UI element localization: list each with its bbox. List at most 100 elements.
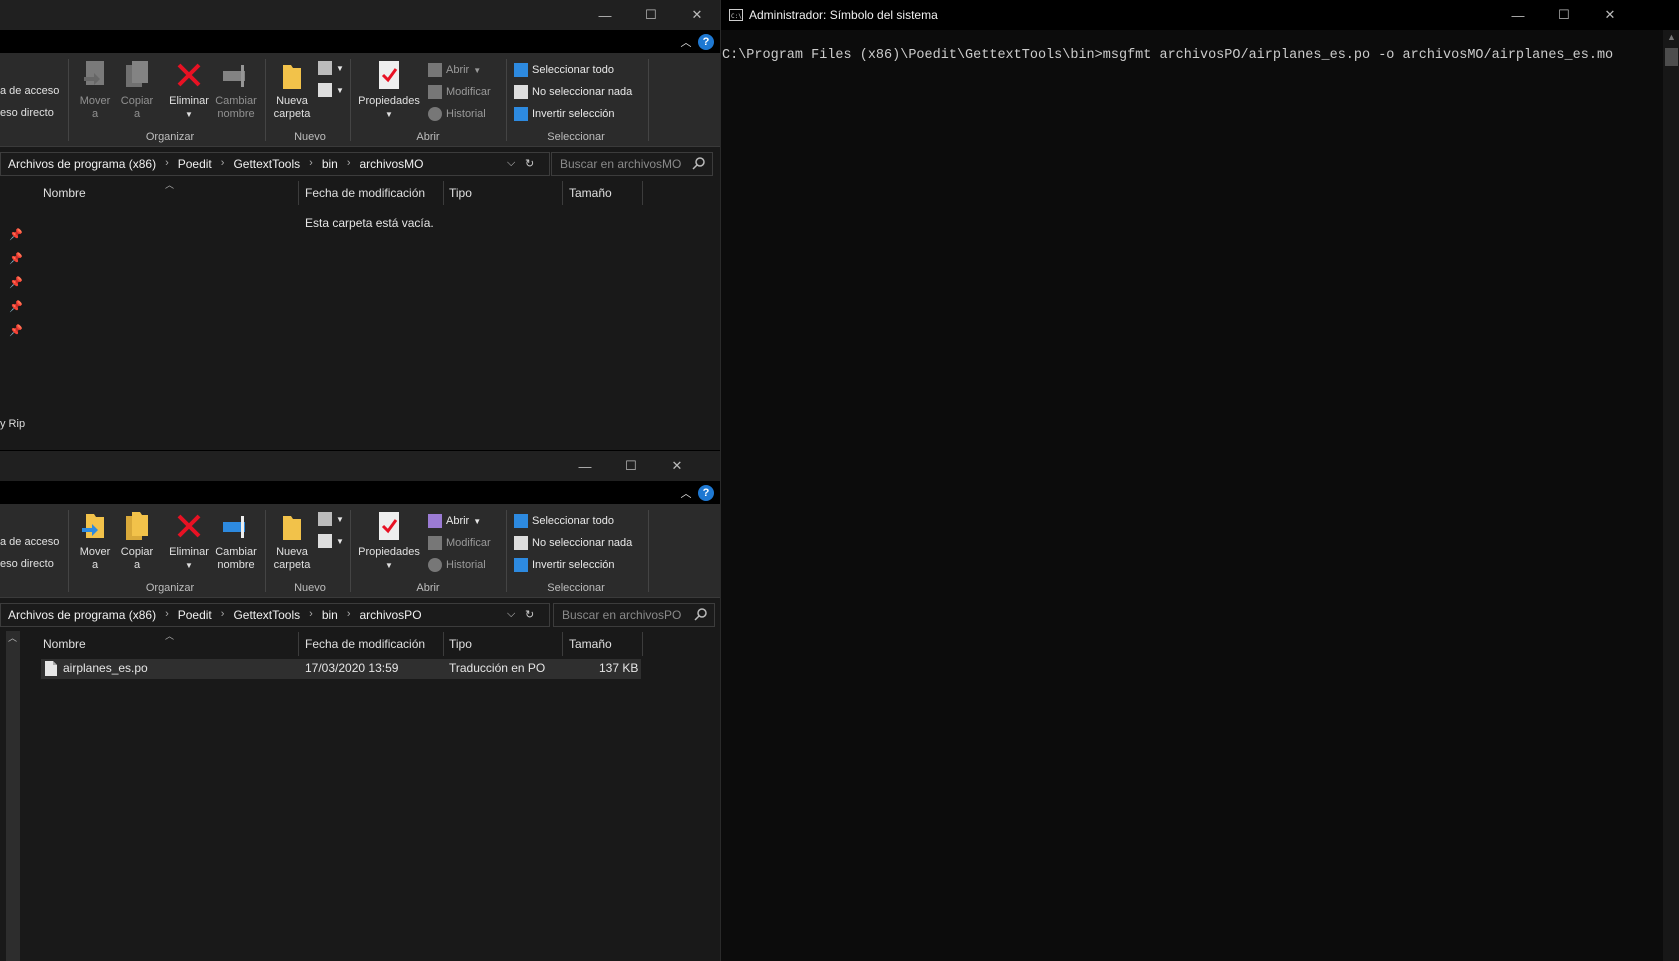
chevron-right-icon[interactable]: › <box>309 608 313 622</box>
copy-to-button[interactable]: Copiar a <box>118 510 156 572</box>
breadcrumb[interactable]: Archivos de programa (x86) › Poedit › Gett… <box>0 152 550 176</box>
address-dropdown-icon[interactable]: ⌵ <box>507 157 515 170</box>
column-header-type[interactable]: Tipo <box>449 632 472 656</box>
column-divider[interactable] <box>642 632 643 656</box>
minimize-button[interactable]: — <box>562 451 608 481</box>
breadcrumb-item[interactable]: Archivos de programa (x86) <box>8 608 156 622</box>
chevron-right-icon[interactable]: › <box>221 157 225 171</box>
rename-button[interactable]: Cambiar nombre <box>213 510 259 572</box>
scrollbar-thumb[interactable] <box>1665 48 1678 66</box>
select-all-button[interactable]: Seleccionar todo <box>514 61 614 79</box>
chevron-right-icon[interactable]: › <box>165 157 169 171</box>
column-header-date[interactable]: Fecha de modificación <box>305 181 425 205</box>
edit-button[interactable]: Modificar <box>428 83 491 101</box>
breadcrumb-item[interactable]: Archivos de programa (x86) <box>8 157 156 171</box>
open-button[interactable]: Abrir ▼ <box>428 512 481 530</box>
minimize-button[interactable]: — <box>1495 0 1541 30</box>
pin-quick-access-label[interactable]: a de acceso <box>0 536 59 548</box>
new-item-button[interactable]: ▼ <box>318 510 344 528</box>
new-item-button[interactable]: ▼ <box>318 59 344 77</box>
new-folder-button[interactable]: Nueva carpeta <box>270 59 314 121</box>
console-scrollbar[interactable]: ▲ <box>1663 30 1679 961</box>
delete-button[interactable]: Eliminar ▼ <box>166 510 212 572</box>
maximize-button[interactable]: ☐ <box>1541 0 1587 30</box>
pin-quick-access-label[interactable]: a de acceso <box>0 85 59 97</box>
close-button[interactable]: ✕ <box>1587 0 1633 30</box>
column-divider[interactable] <box>562 181 563 205</box>
address-dropdown-icon[interactable]: ⌵ <box>507 608 515 621</box>
help-button[interactable]: ? <box>698 34 714 50</box>
column-header-size[interactable]: Tamaño <box>569 632 612 656</box>
nav-scrollbar[interactable]: ︿ <box>6 631 20 961</box>
breadcrumb-item[interactable]: Poedit <box>178 157 212 171</box>
ribbon-collapse-button[interactable]: ︿ <box>678 485 694 501</box>
move-to-button[interactable]: Mover a <box>76 510 114 572</box>
new-folder-button[interactable]: Nueva carpeta <box>270 510 314 572</box>
select-all-button[interactable]: Seleccionar todo <box>514 512 614 530</box>
select-none-button[interactable]: No seleccionar nada <box>514 83 632 101</box>
chevron-right-icon[interactable]: › <box>309 157 313 171</box>
file-list[interactable]: ︿ Nombre Fecha de modificación Tipo Tama… <box>25 631 720 961</box>
column-divider[interactable] <box>443 181 444 205</box>
column-header-type[interactable]: Tipo <box>449 181 472 205</box>
delete-button[interactable]: Eliminar ▼ <box>166 59 212 121</box>
chevron-right-icon[interactable]: › <box>221 608 225 622</box>
breadcrumb-item[interactable]: archivosPO <box>360 608 422 622</box>
move-to-button[interactable]: Mover a <box>76 59 114 121</box>
column-header-size[interactable]: Tamaño <box>569 181 612 205</box>
navigation-pane[interactable]: 📌 📌 📌 📌 📌 y Rip <box>0 180 25 450</box>
history-button[interactable]: Historial <box>428 105 486 123</box>
breadcrumb-item[interactable]: bin <box>322 157 338 171</box>
column-divider[interactable] <box>562 632 563 656</box>
file-list[interactable]: ︿ Nombre Fecha de modificación Tipo Tama… <box>25 180 720 450</box>
select-none-button[interactable]: No seleccionar nada <box>514 534 632 552</box>
column-divider[interactable] <box>642 181 643 205</box>
ribbon-collapse-button[interactable]: ︿ <box>678 34 694 50</box>
column-divider[interactable] <box>298 632 299 656</box>
title-bar[interactable]: — ☐ ✕ <box>0 451 720 481</box>
open-button[interactable]: Abrir ▼ <box>428 61 481 79</box>
properties-button[interactable]: Propiedades ▼ <box>356 510 422 572</box>
properties-button[interactable]: Propiedades ▼ <box>356 59 422 121</box>
search-input[interactable]: Buscar en archivosMO <box>551 152 713 176</box>
maximize-button[interactable]: ☐ <box>628 0 674 30</box>
invert-selection-button[interactable]: Invertir selección <box>514 105 615 123</box>
breadcrumb-item[interactable]: archivosMO <box>360 157 424 171</box>
minimize-button[interactable]: — <box>582 0 628 30</box>
help-button[interactable]: ? <box>698 485 714 501</box>
easy-access-button[interactable]: ▼ <box>318 81 344 99</box>
column-header-date[interactable]: Fecha de modificación <box>305 632 425 656</box>
maximize-button[interactable]: ☐ <box>608 451 654 481</box>
column-header-name[interactable]: Nombre <box>43 632 86 656</box>
refresh-icon[interactable]: ↻ <box>525 608 534 621</box>
breadcrumb-item[interactable]: Poedit <box>178 608 212 622</box>
rename-button[interactable]: Cambiar nombre <box>213 59 259 121</box>
command-prompt-window[interactable]: C:\ Administrador: Símbolo del sistema —… <box>720 0 1679 961</box>
title-bar[interactable]: — ☐ ✕ <box>0 0 720 30</box>
table-row[interactable]: airplanes_es.po 17/03/2020 13:59 Traducc… <box>41 659 641 679</box>
column-divider[interactable] <box>298 181 299 205</box>
column-header-name[interactable]: Nombre <box>43 181 86 205</box>
history-button[interactable]: Historial <box>428 556 486 574</box>
paste-shortcut-label[interactable]: eso directo <box>0 107 54 119</box>
paste-shortcut-label[interactable]: eso directo <box>0 558 54 570</box>
refresh-icon[interactable]: ↻ <box>525 157 534 170</box>
navigation-pane[interactable]: ︿ <box>0 631 24 961</box>
edit-button[interactable]: Modificar <box>428 534 491 552</box>
file-name[interactable]: airplanes_es.po <box>63 661 148 675</box>
title-bar[interactable]: C:\ Administrador: Símbolo del sistema —… <box>721 0 1679 30</box>
breadcrumb-item[interactable]: GettextTools <box>233 608 300 622</box>
column-divider[interactable] <box>443 632 444 656</box>
nav-item-label[interactable]: y Rip <box>0 418 25 430</box>
breadcrumb-item[interactable]: bin <box>322 608 338 622</box>
chevron-right-icon[interactable]: › <box>347 608 351 622</box>
scroll-up-icon[interactable]: ▲ <box>1665 32 1678 44</box>
breadcrumb[interactable]: Archivos de programa (x86) › Poedit › Gett… <box>0 603 550 627</box>
easy-access-button[interactable]: ▼ <box>318 532 344 550</box>
console-command-line[interactable]: C:\Program Files (x86)\Poedit\GettextToo… <box>722 48 1613 63</box>
scroll-up-icon[interactable]: ︿ <box>8 631 17 644</box>
close-button[interactable]: ✕ <box>654 451 700 481</box>
chevron-right-icon[interactable]: › <box>165 608 169 622</box>
copy-to-button[interactable]: Copiar a <box>118 59 156 121</box>
invert-selection-button[interactable]: Invertir selección <box>514 556 615 574</box>
